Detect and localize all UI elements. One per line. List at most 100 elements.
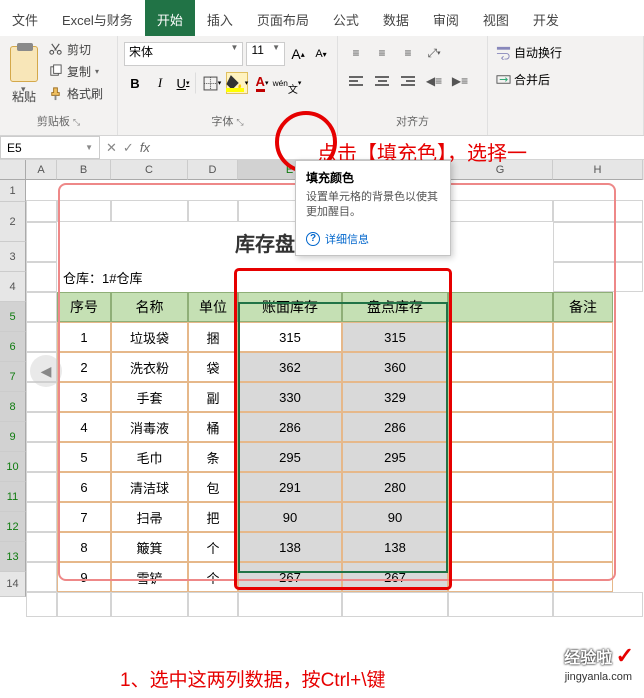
border-button[interactable]: ▾: [201, 72, 223, 94]
cell-name[interactable]: 手套: [111, 382, 188, 412]
row-header-6[interactable]: 6: [0, 332, 26, 362]
indent-right-button[interactable]: ▶≡: [448, 70, 472, 92]
cell-no[interactable]: 5: [57, 442, 111, 472]
cut-button[interactable]: 剪切: [46, 40, 105, 59]
bold-button[interactable]: B: [124, 72, 146, 94]
row-header-2[interactable]: 2: [0, 202, 26, 242]
menu-dev[interactable]: 开发: [521, 0, 571, 36]
cell-gap[interactable]: [448, 352, 553, 382]
phonetic-button[interactable]: wén文▾: [276, 72, 298, 94]
cell-unit[interactable]: 桶: [188, 412, 238, 442]
row-header-14[interactable]: 14: [0, 572, 26, 597]
menu-review[interactable]: 审阅: [421, 0, 471, 36]
cell-name[interactable]: 垃圾袋: [111, 322, 188, 352]
cell-book[interactable]: 362: [238, 352, 342, 382]
cell-gap[interactable]: [448, 322, 553, 352]
align-bottom-button[interactable]: ≡: [396, 42, 420, 64]
menu-insert[interactable]: 插入: [195, 0, 245, 36]
fx-accept-button[interactable]: ✓: [123, 140, 134, 156]
cell-gap[interactable]: [448, 532, 553, 562]
cell-name[interactable]: 簸箕: [111, 532, 188, 562]
cell-remark[interactable]: [553, 442, 613, 472]
menu-view[interactable]: 视图: [471, 0, 521, 36]
cell-no[interactable]: 4: [57, 412, 111, 442]
font-size-select[interactable]: 11▼: [246, 42, 285, 66]
cell-book[interactable]: 295: [238, 442, 342, 472]
indent-left-button[interactable]: ◀≡: [422, 70, 446, 92]
cell-count[interactable]: 295: [342, 442, 448, 472]
fx-icon[interactable]: fx: [140, 140, 150, 155]
cell-name[interactable]: 清洁球: [111, 472, 188, 502]
cell-unit[interactable]: 捆: [188, 322, 238, 352]
cell-unit[interactable]: 包: [188, 472, 238, 502]
cell-unit[interactable]: 袋: [188, 352, 238, 382]
cell-gap[interactable]: [448, 382, 553, 412]
cell-no[interactable]: 7: [57, 502, 111, 532]
copy-button[interactable]: 复制 ▾: [46, 62, 105, 81]
cell-count[interactable]: 329: [342, 382, 448, 412]
format-painter-button[interactable]: 格式刷: [46, 84, 105, 103]
fx-cancel-button[interactable]: ✕: [106, 140, 117, 156]
cell-book[interactable]: 291: [238, 472, 342, 502]
cell-gap[interactable]: [448, 412, 553, 442]
cell-unit[interactable]: 条: [188, 442, 238, 472]
cell-remark[interactable]: [553, 532, 613, 562]
paste-button[interactable]: 粘贴: [6, 40, 42, 111]
orientation-button[interactable]: ⤢▾: [422, 42, 446, 64]
cell-no[interactable]: 2: [57, 352, 111, 382]
col-header-h[interactable]: H: [553, 160, 643, 180]
cell-count[interactable]: 360: [342, 352, 448, 382]
italic-button[interactable]: I: [149, 72, 171, 94]
cell-name[interactable]: 洗衣粉: [111, 352, 188, 382]
decrease-font-button[interactable]: A▾: [311, 43, 331, 65]
cell-count[interactable]: 138: [342, 532, 448, 562]
menu-file[interactable]: 文件: [0, 0, 50, 36]
cell-no[interactable]: 6: [57, 472, 111, 502]
cell-count[interactable]: 286: [342, 412, 448, 442]
menu-home[interactable]: 开始: [145, 0, 195, 36]
underline-button[interactable]: U ▾: [174, 72, 196, 94]
cell-book[interactable]: 138: [238, 532, 342, 562]
row-header-10[interactable]: 10: [0, 452, 26, 482]
cell-gap[interactable]: [448, 502, 553, 532]
cell-book[interactable]: 267: [238, 562, 342, 592]
cell-no[interactable]: 9: [57, 562, 111, 592]
cell-count[interactable]: 315: [342, 322, 448, 352]
align-middle-button[interactable]: ≡: [370, 42, 394, 64]
cell-no[interactable]: 1: [57, 322, 111, 352]
row-header-13[interactable]: 13: [0, 542, 26, 572]
row-header-8[interactable]: 8: [0, 392, 26, 422]
menu-formula[interactable]: 公式: [321, 0, 371, 36]
row-header-4[interactable]: 4: [0, 272, 26, 302]
cell-unit[interactable]: 个: [188, 562, 238, 592]
cell-unit[interactable]: 个: [188, 532, 238, 562]
cell-book[interactable]: 315: [238, 322, 342, 352]
col-header-a[interactable]: A: [26, 160, 57, 180]
row-header-3[interactable]: 3: [0, 242, 26, 272]
col-header-b[interactable]: B: [57, 160, 111, 180]
cell-remark[interactable]: [553, 322, 613, 352]
cell-remark[interactable]: [553, 352, 613, 382]
menu-data[interactable]: 数据: [371, 0, 421, 36]
cell-count[interactable]: 90: [342, 502, 448, 532]
cell-remark[interactable]: [553, 382, 613, 412]
cell-book[interactable]: 330: [238, 382, 342, 412]
fill-color-button[interactable]: ▾: [226, 72, 248, 94]
cell-no[interactable]: 8: [57, 532, 111, 562]
cell-unit[interactable]: 副: [188, 382, 238, 412]
merge-button[interactable]: 合并后: [494, 71, 637, 88]
menu-layout[interactable]: 页面布局: [245, 0, 321, 36]
menu-excel-finance[interactable]: Excel与财务: [50, 0, 145, 36]
cell-name[interactable]: 消毒液: [111, 412, 188, 442]
font-color-button[interactable]: A▾: [251, 72, 273, 94]
cell-unit[interactable]: 把: [188, 502, 238, 532]
row-header-12[interactable]: 12: [0, 512, 26, 542]
worksheet[interactable]: 库存盘点对照表 仓库：1#仓库 序号 名称 单位 账面库存 盘点库存 备注 1垃…: [26, 200, 643, 617]
cell-remark[interactable]: [553, 412, 613, 442]
scroll-back-icon[interactable]: ◀: [30, 355, 62, 387]
row-header-5[interactable]: 5: [0, 302, 26, 332]
wrap-text-button[interactable]: 自动换行: [494, 44, 637, 61]
cell-remark[interactable]: [553, 502, 613, 532]
font-family-select[interactable]: 宋体▼: [124, 42, 243, 66]
align-top-button[interactable]: ≡: [344, 42, 368, 64]
